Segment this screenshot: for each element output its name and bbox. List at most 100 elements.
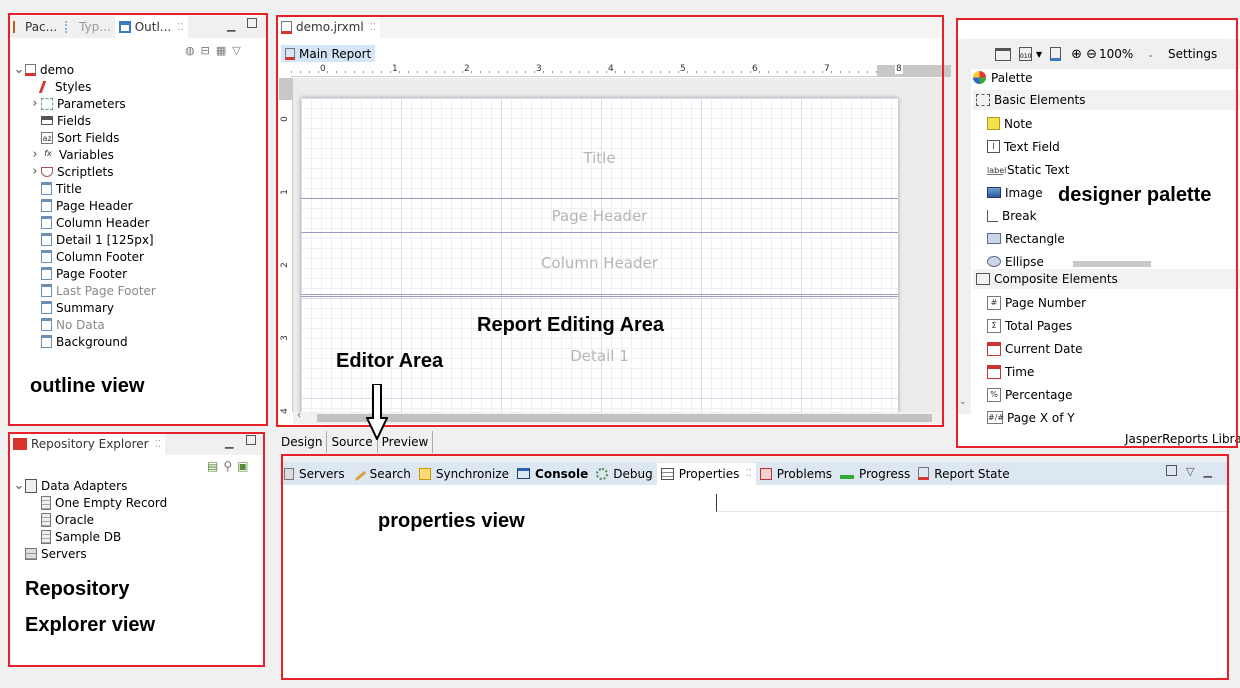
- tree-item[interactable]: Summary: [13, 299, 156, 316]
- tab-report-state[interactable]: Report State: [914, 463, 1013, 485]
- properties-icon: [660, 467, 674, 480]
- collapsed-chevron-icon[interactable]: ›: [29, 96, 41, 111]
- tree-item[interactable]: Background: [13, 333, 156, 350]
- tree-item[interactable]: Detail 1 [125px]: [13, 231, 156, 248]
- tree-item[interactable]: Servers: [13, 545, 167, 562]
- tab-debug[interactable]: Debug: [592, 463, 656, 485]
- page-icon[interactable]: [1050, 47, 1062, 61]
- drag-handle-icon[interactable]: ⁚⁚: [177, 22, 183, 33]
- scroll-down-icon[interactable]: ⌄: [959, 397, 967, 407]
- zoom-combo[interactable]: 100%: [1099, 47, 1133, 61]
- palette-item[interactable]: I Text Field: [987, 135, 1069, 158]
- tree-item[interactable]: ⌄ demo: [13, 61, 156, 78]
- settings-button[interactable]: Settings: [1168, 47, 1217, 61]
- link-icon[interactable]: ▦: [216, 44, 226, 57]
- tab-demo-jrxml[interactable]: demo.jrxml ⁚⁚: [277, 16, 381, 38]
- palette-item[interactable]: Σ Total Pages: [987, 314, 1086, 337]
- tab-console[interactable]: Console: [513, 463, 592, 485]
- tree-item[interactable]: Sample DB: [13, 528, 167, 545]
- tree-item[interactable]: Styles: [13, 78, 156, 95]
- expanded-chevron-icon[interactable]: ⌄: [13, 62, 25, 77]
- snap-dropdown-icon[interactable]: ▼: [1036, 50, 1042, 59]
- add-adapter-icon[interactable]: ▤: [207, 459, 218, 473]
- tree-item[interactable]: az Sort Fields: [13, 129, 156, 146]
- palette-item[interactable]: % Percentage: [987, 383, 1086, 406]
- drag-handle-icon[interactable]: ⁚⁚: [745, 468, 751, 479]
- palette-item[interactable]: Rectangle: [987, 227, 1069, 250]
- view-menu-icon[interactable]: ▽: [232, 44, 240, 57]
- annotation-editor-area: Editor Area: [336, 350, 444, 372]
- editor-horizontal-scrollbar[interactable]: ‹: [293, 410, 943, 424]
- grid-icon[interactable]: [995, 47, 1011, 61]
- tree-item[interactable]: Last Page Footer: [13, 282, 156, 299]
- view-menu-icon[interactable]: ▽: [1186, 465, 1194, 478]
- collapsed-chevron-icon[interactable]: ›: [29, 164, 41, 179]
- drag-handle-icon[interactable]: ⁚⁚: [155, 439, 161, 450]
- tree-item[interactable]: ⌄ Data Adapters: [13, 477, 167, 494]
- pin-icon[interactable]: [1166, 465, 1177, 476]
- palette-item[interactable]: label Static Text: [987, 158, 1069, 181]
- tab-progress[interactable]: Progress: [836, 463, 914, 485]
- palette-toolbar: 010 ▼ ⊕ ⊖ 100% ⌄ Settings: [957, 39, 1240, 69]
- tree-item[interactable]: Oracle: [13, 511, 167, 528]
- palette-basic-group[interactable]: Basic Elements: [973, 90, 1240, 110]
- connect-icon[interactable]: ⚲: [223, 459, 232, 473]
- minimize-icon[interactable]: ▁: [1203, 465, 1211, 478]
- tree-item[interactable]: One Empty Record: [13, 494, 167, 511]
- tab-design[interactable]: Design: [277, 431, 328, 453]
- tab-synchronize[interactable]: Synchronize: [415, 463, 513, 485]
- tab-servers[interactable]: Servers: [280, 463, 349, 485]
- tree-item[interactable]: Column Header: [13, 214, 156, 231]
- palette-item[interactable]: # Page Number: [987, 291, 1086, 314]
- palette-item[interactable]: Current Date: [987, 337, 1086, 360]
- tree-item[interactable]: No Data: [13, 316, 156, 333]
- zoom-out-icon[interactable]: ⊖: [1086, 47, 1097, 62]
- tab-properties[interactable]: Properties ⁚⁚: [656, 462, 756, 485]
- snap-icon[interactable]: 010: [1019, 47, 1032, 61]
- tree-item[interactable]: Fields: [13, 112, 156, 129]
- collapse-icon[interactable]: ⊟: [201, 44, 210, 57]
- tab-package-explorer[interactable]: Pac...: [9, 16, 61, 38]
- palette-scroll-left[interactable]: ⌄: [957, 67, 971, 414]
- tree-item[interactable]: Column Footer: [13, 248, 156, 265]
- band-column-header[interactable]: Column Header: [301, 233, 898, 297]
- tree-item[interactable]: Page Header: [13, 197, 156, 214]
- tree-item[interactable]: Title: [13, 180, 156, 197]
- zoom-in-icon[interactable]: ⊕: [1071, 47, 1082, 62]
- maximize-icon[interactable]: [246, 435, 256, 445]
- minimize-icon[interactable]: ▁: [227, 19, 235, 32]
- tree-item[interactable]: › Scriptlets: [13, 163, 156, 180]
- palette-item[interactable]: Note: [987, 112, 1069, 135]
- drag-handle-icon[interactable]: ⁚⁚: [370, 22, 376, 33]
- tree-item[interactable]: › fx Variables: [13, 146, 156, 163]
- tab-type-hierarchy[interactable]: Typ...: [61, 16, 115, 38]
- ruler-tick-label: 1: [391, 64, 399, 74]
- tab-problems[interactable]: Problems: [756, 463, 836, 485]
- tab-outline[interactable]: Outl... ⁚⁚: [114, 16, 188, 38]
- band-title[interactable]: Title: [301, 98, 898, 199]
- tree-item[interactable]: › Parameters: [13, 95, 156, 112]
- palette-item[interactable]: #/# Page X of Y: [987, 406, 1086, 429]
- filter-icon[interactable]: ◍: [185, 44, 195, 57]
- zoom-dropdown-icon[interactable]: ⌄: [1147, 50, 1154, 59]
- scroll-left-icon[interactable]: ‹: [297, 410, 301, 421]
- palette-composite-group[interactable]: Composite Elements: [973, 269, 1240, 289]
- expanded-chevron-icon[interactable]: ⌄: [13, 478, 25, 493]
- minimize-icon[interactable]: ▁: [225, 436, 233, 449]
- ruler-tick-label: 6: [751, 64, 759, 74]
- maximize-icon[interactable]: [247, 18, 257, 28]
- palette-item[interactable]: Break: [987, 204, 1069, 227]
- band-page-header[interactable]: Page Header: [301, 199, 898, 233]
- palette-panel: 010 ▼ ⊕ ⊖ 100% ⌄ Settings Palette Basic …: [957, 19, 1240, 447]
- collapsed-chevron-icon[interactable]: ›: [29, 147, 41, 162]
- export-icon[interactable]: ▣: [237, 459, 248, 473]
- tree-item[interactable]: Page Footer: [13, 265, 156, 282]
- tab-repository-explorer[interactable]: Repository Explorer ⁚⁚: [9, 433, 165, 455]
- palette-splitter[interactable]: [1073, 261, 1151, 267]
- properties-input-cursor[interactable]: [716, 494, 1228, 512]
- palette-item[interactable]: Time: [987, 360, 1086, 383]
- scroll-thumb[interactable]: [317, 414, 932, 422]
- outline-tabbar: Pac... Typ... Outl... ⁚⁚ ▁: [9, 16, 267, 38]
- main-report-breadcrumb[interactable]: Main Report: [281, 45, 376, 62]
- tab-search[interactable]: Search: [349, 463, 415, 485]
